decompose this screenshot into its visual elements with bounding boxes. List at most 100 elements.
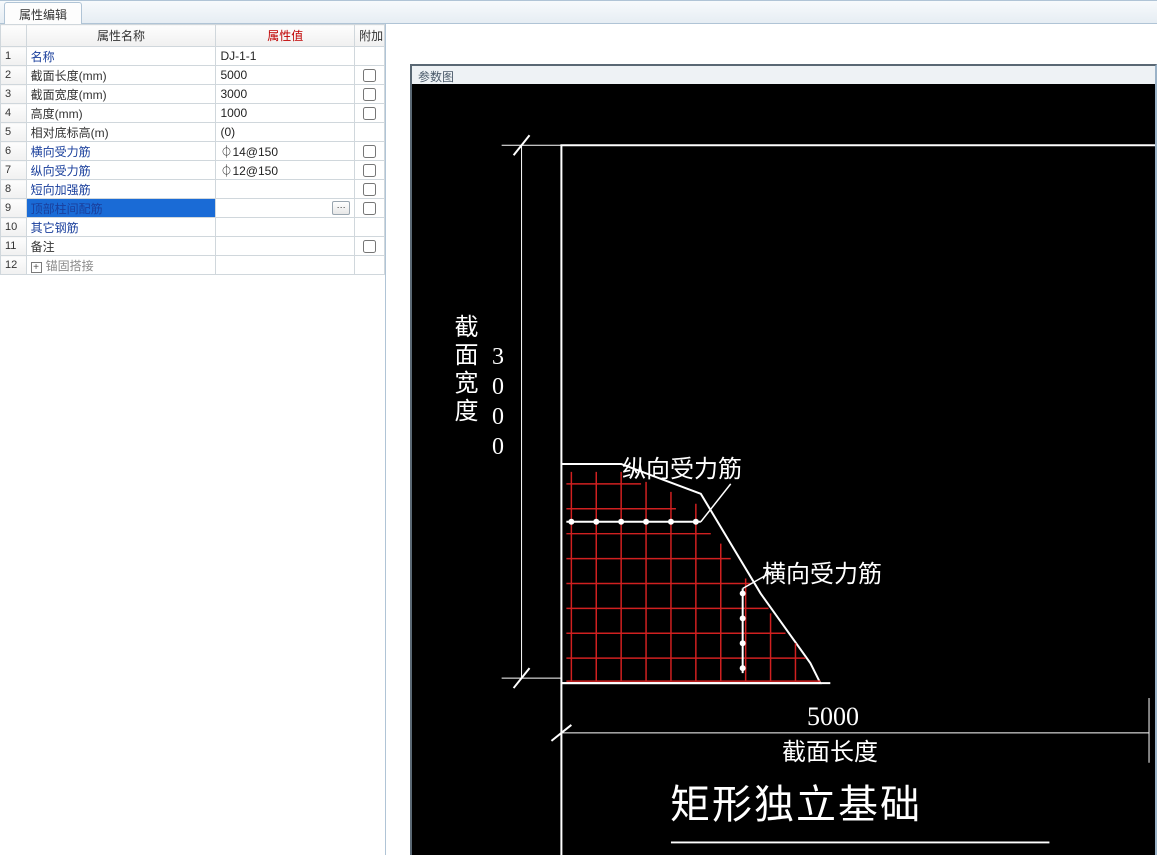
table-row[interactable]: 2 截面长度(mm) 5000	[1, 66, 385, 85]
row-number[interactable]: 9	[1, 199, 27, 218]
extra-checkbox[interactable]	[363, 69, 376, 82]
property-value[interactable]: 5000	[216, 66, 355, 85]
property-name[interactable]: 顶部柱间配筋	[26, 199, 216, 218]
label-rebar-longitudinal: 纵向受力筋	[622, 449, 742, 484]
row-number[interactable]: 11	[1, 237, 27, 256]
property-value[interactable]	[216, 180, 355, 199]
diagram-container: 参数图	[386, 24, 1157, 855]
tab-property-edit[interactable]: 属性编辑	[4, 2, 82, 24]
table-row[interactable]: 4 高度(mm) 1000	[1, 104, 385, 123]
property-name[interactable]: 横向受力筋	[26, 142, 216, 161]
label-rebar-transverse: 横向受力筋	[762, 554, 882, 589]
table-row[interactable]: 7 纵向受力筋 ⏀12@150	[1, 161, 385, 180]
property-name-text: 截面宽度(mm)	[31, 88, 107, 102]
property-name-text: 名称	[31, 50, 55, 64]
row-number[interactable]: 3	[1, 85, 27, 104]
table-row[interactable]: 1 名称 DJ-1-1	[1, 47, 385, 66]
table-row[interactable]: 12+锚固搭接	[1, 256, 385, 275]
label-section-width: 截面宽度	[446, 314, 481, 426]
tab-bar: 属性编辑	[0, 1, 1157, 24]
extra-checkbox[interactable]	[363, 240, 376, 253]
property-value[interactable]: 3000	[216, 85, 355, 104]
extra-checkbox[interactable]	[363, 183, 376, 196]
property-name-text: 纵向受力筋	[31, 164, 91, 178]
table-row[interactable]: 6 横向受力筋 ⏀14@150	[1, 142, 385, 161]
table-row[interactable]: 5 相对底标高(m) (0)	[1, 123, 385, 142]
property-extra	[355, 256, 385, 275]
row-number[interactable]: 2	[1, 66, 27, 85]
row-number[interactable]: 6	[1, 142, 27, 161]
property-name-text: 横向受力筋	[31, 145, 91, 159]
property-extra	[355, 237, 385, 256]
property-extra	[355, 161, 385, 180]
dim-section-width: 3000	[484, 344, 511, 464]
table-row[interactable]: 9顶部柱间配筋 ···	[1, 199, 385, 218]
grid-header-name[interactable]: 属性名称	[26, 25, 216, 47]
property-value[interactable]: DJ-1-1	[216, 47, 355, 66]
row-number[interactable]: 8	[1, 180, 27, 199]
grid-header-extra[interactable]: 附加	[355, 25, 385, 47]
property-name[interactable]: 其它钢筋	[26, 218, 216, 237]
row-number[interactable]: 7	[1, 161, 27, 180]
property-extra	[355, 199, 385, 218]
property-grid: 属性名称 属性值 附加 1 名称 DJ-1-1 2 截面长度(mm) 5000 3 截面宽度(…	[0, 24, 385, 275]
property-name[interactable]: 截面宽度(mm)	[26, 85, 216, 104]
table-row[interactable]: 10 其它钢筋	[1, 218, 385, 237]
property-value[interactable]: ⏀12@150	[216, 161, 355, 180]
table-row[interactable]: 8 短向加强筋	[1, 180, 385, 199]
grid-header-rownum[interactable]	[1, 25, 27, 47]
property-value[interactable]: ···	[216, 199, 355, 218]
property-value[interactable]	[216, 218, 355, 237]
expand-icon[interactable]: +	[31, 262, 42, 273]
property-name[interactable]: 纵向受力筋	[26, 161, 216, 180]
row-number[interactable]: 5	[1, 123, 27, 142]
property-name-text: 备注	[31, 240, 55, 254]
extra-checkbox[interactable]	[363, 107, 376, 120]
property-name[interactable]: 截面长度(mm)	[26, 66, 216, 85]
diagram-title: 参数图	[412, 66, 1155, 84]
property-name[interactable]: 相对底标高(m)	[26, 123, 216, 142]
property-name-text: 短向加强筋	[31, 183, 91, 197]
label-section-length: 截面长度	[782, 732, 878, 767]
property-extra	[355, 104, 385, 123]
property-value[interactable]: ⏀14@150	[216, 142, 355, 161]
property-name[interactable]: 高度(mm)	[26, 104, 216, 123]
property-extra	[355, 66, 385, 85]
row-number[interactable]: 12	[1, 256, 27, 275]
property-value[interactable]: (0)	[216, 123, 355, 142]
label-footing-title: 矩形独立基础	[670, 772, 922, 830]
property-name[interactable]: 名称	[26, 47, 216, 66]
property-value[interactable]	[216, 237, 355, 256]
cad-viewport[interactable]: 截面宽度 3000 纵向受力筋 横向受力筋 5000 截面长度 矩形独立基础	[412, 84, 1155, 855]
table-row[interactable]: 11 备注	[1, 237, 385, 256]
property-extra	[355, 85, 385, 104]
row-number[interactable]: 10	[1, 218, 27, 237]
table-row[interactable]: 3 截面宽度(mm) 3000	[1, 85, 385, 104]
extra-checkbox[interactable]	[363, 202, 376, 215]
property-name-text: 相对底标高(m)	[31, 126, 109, 140]
property-name-text: 其它钢筋	[31, 221, 79, 235]
property-panel: 属性名称 属性值 附加 1 名称 DJ-1-1 2 截面长度(mm) 5000 3 截面宽度(…	[0, 24, 386, 855]
property-name-text: 高度(mm)	[31, 107, 83, 121]
property-name-text: 截面长度(mm)	[31, 69, 107, 83]
property-name[interactable]: +锚固搭接	[26, 256, 216, 275]
property-value[interactable]: 1000	[216, 104, 355, 123]
property-name[interactable]: 短向加强筋	[26, 180, 216, 199]
property-extra	[355, 123, 385, 142]
property-value[interactable]	[216, 256, 355, 275]
grid-header-value[interactable]: 属性值	[216, 25, 355, 47]
diagram-frame: 参数图	[410, 64, 1157, 855]
ellipsis-button[interactable]: ···	[332, 201, 350, 215]
property-extra	[355, 47, 385, 66]
extra-checkbox[interactable]	[363, 145, 376, 158]
extra-checkbox[interactable]	[363, 164, 376, 177]
dim-section-length: 5000	[807, 702, 859, 732]
property-extra	[355, 180, 385, 199]
row-number[interactable]: 1	[1, 47, 27, 66]
property-extra	[355, 142, 385, 161]
row-number[interactable]: 4	[1, 104, 27, 123]
extra-checkbox[interactable]	[363, 88, 376, 101]
property-name[interactable]: 备注	[26, 237, 216, 256]
property-input[interactable]	[220, 200, 328, 216]
property-extra	[355, 218, 385, 237]
